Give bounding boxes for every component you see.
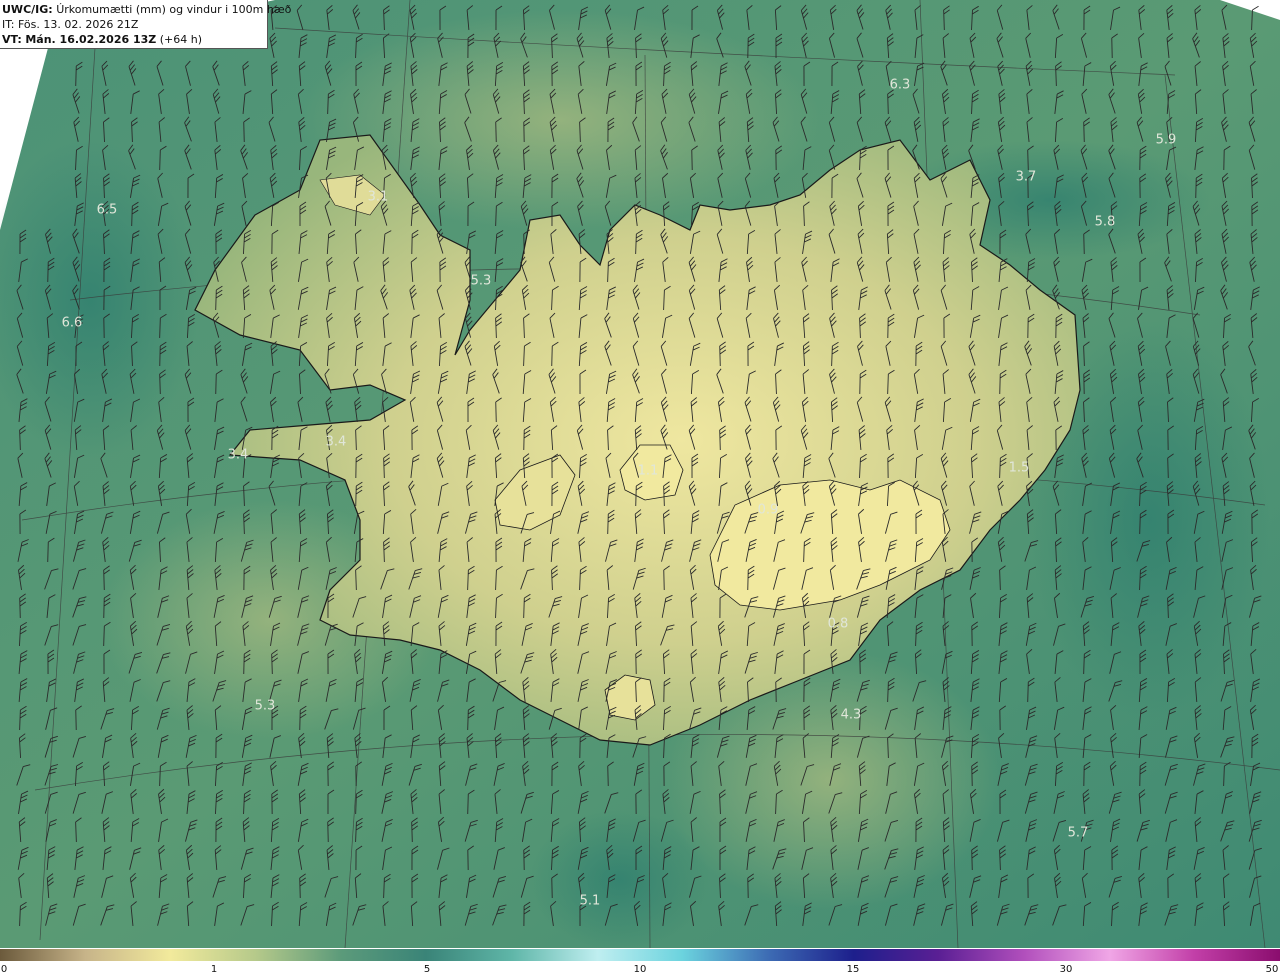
colorbar-tick-label: 30: [1059, 964, 1073, 975]
value-label: 3.4: [227, 447, 249, 463]
value-label: 0.8: [827, 616, 849, 632]
value-label: 5.1: [579, 893, 601, 909]
colorbar-tick-label: 10: [633, 964, 647, 975]
valid-time: Mán. 16.02.2026 13Z: [25, 33, 157, 46]
value-label: 3.1: [367, 189, 389, 205]
colorbar-tick-label: 0: [0, 964, 8, 975]
value-label: 3.4: [325, 434, 347, 450]
colorbar-strip: [0, 949, 1280, 961]
value-label: 6.3: [889, 77, 911, 93]
value-label: 0.9: [757, 502, 779, 518]
value-label: 1.1: [637, 463, 659, 479]
value-label: 5.3: [470, 273, 492, 289]
value-label: 6.5: [96, 202, 118, 218]
map-info-box: UWC/IG: Úrkomumætti (mm) og vindur i 100…: [0, 0, 291, 49]
product-title-line: UWC/IG: Úrkomumætti (mm) og vindur i 100…: [2, 2, 291, 17]
value-label: 5.3: [254, 698, 276, 714]
value-label: 3.7: [1015, 169, 1037, 185]
colorbar-tick-label: 50: [1265, 964, 1279, 975]
value-label: 5.9: [1155, 132, 1177, 148]
initial-time: IT: Fös. 13. 02. 2026 21Z: [2, 18, 139, 31]
colorbar-tick-label: 5: [423, 964, 431, 975]
value-label: 5.8: [1094, 214, 1116, 230]
forecast-map: UWC/IG: Úrkomumætti (mm) og vindur i 100…: [0, 0, 1280, 948]
lead-time: (+64 h): [159, 33, 203, 46]
valid-label: VT:: [2, 33, 22, 46]
colorbar-tick-label: 15: [846, 964, 860, 975]
value-label: 6.6: [61, 315, 83, 331]
value-label: 4.3: [840, 707, 862, 723]
value-label: 1.5: [1008, 460, 1030, 476]
valid-time-line: VT: Mán. 16.02.2026 13Z (+64 h): [2, 32, 267, 47]
colorbar-tick-label: 1: [210, 964, 218, 975]
model-label: UWC/IG:: [2, 3, 53, 16]
value-label: 5.7: [1067, 825, 1089, 841]
product-title: Úrkomumætti (mm) og vindur i 100m hæð: [56, 3, 292, 16]
colorbar: 0 1 5 10 15 30 50: [0, 948, 1280, 978]
